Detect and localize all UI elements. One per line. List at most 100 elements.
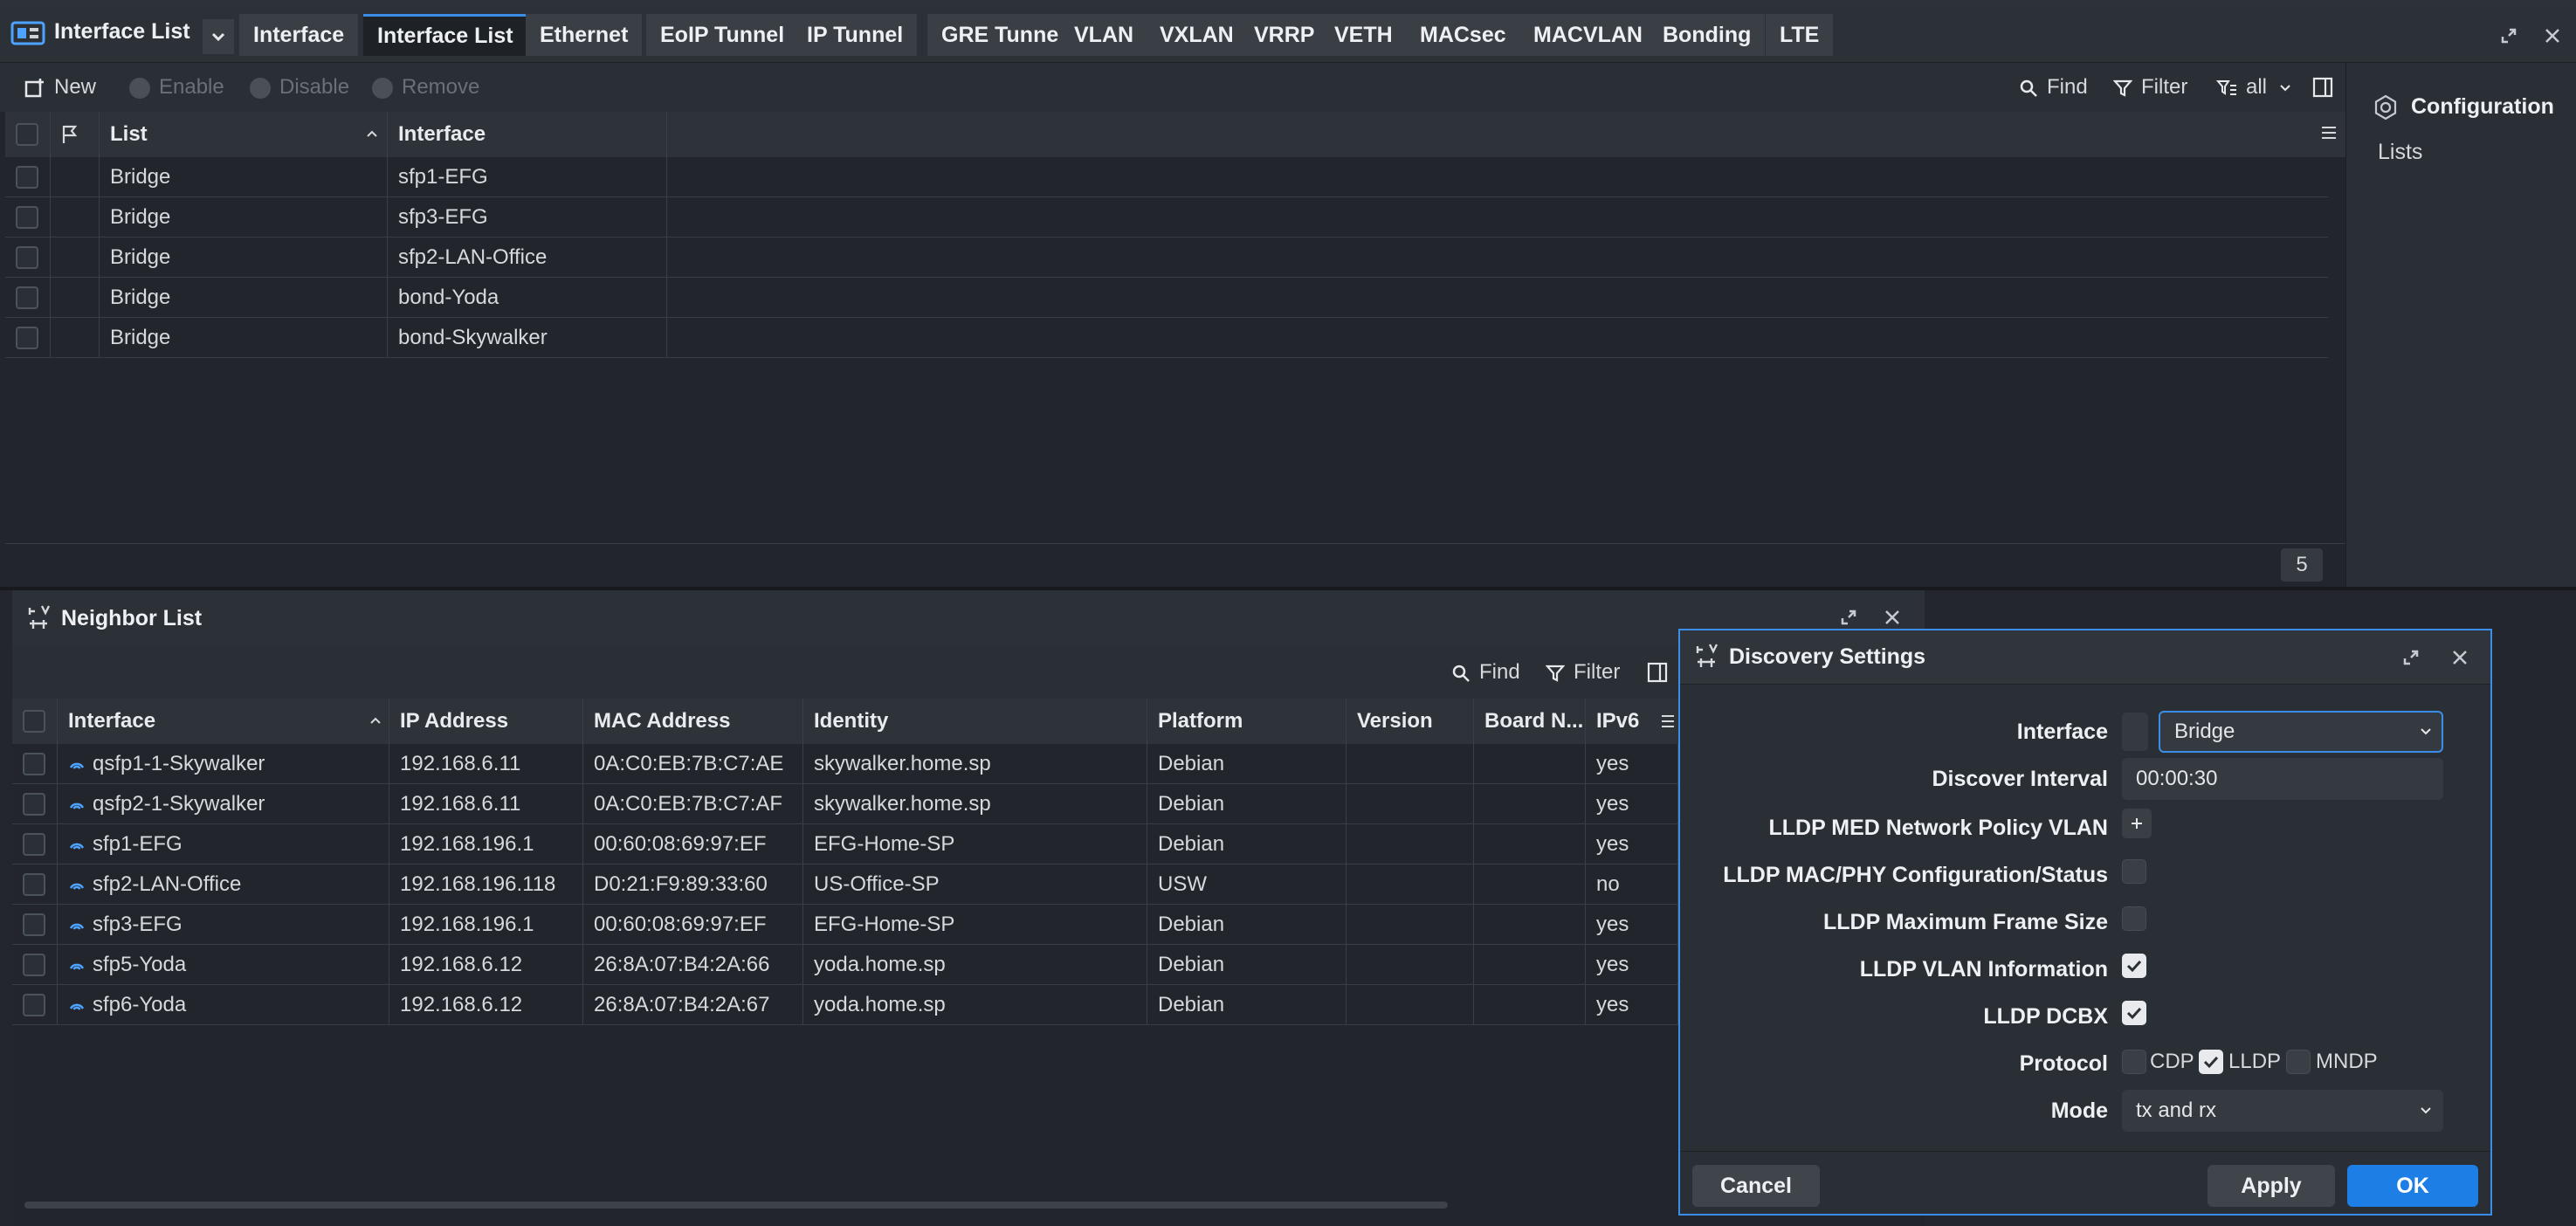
interface-negate-toggle[interactable] bbox=[2122, 713, 2148, 751]
cell-ip: 192.168.196.118 bbox=[389, 864, 583, 904]
table-row[interactable]: sfp3-EFG 192.168.196.1 00:60:08:69:97:EF EF… bbox=[12, 905, 1678, 945]
row-checkbox[interactable] bbox=[5, 157, 51, 196]
neighbor-select-all-checkbox[interactable] bbox=[12, 699, 58, 744]
remove-button[interactable]: Remove bbox=[372, 63, 479, 112]
link-icon bbox=[69, 1003, 85, 1010]
cell-identity: skywalker.home.sp bbox=[803, 784, 1147, 823]
row-checkbox[interactable] bbox=[12, 784, 58, 823]
row-checkbox[interactable] bbox=[5, 238, 51, 277]
table-row[interactable]: Bridge sfp1-EFG bbox=[5, 157, 2328, 197]
tab-interface-list[interactable]: Interface List bbox=[363, 14, 527, 56]
cancel-button[interactable]: Cancel bbox=[1692, 1165, 1820, 1207]
cell-version bbox=[1347, 864, 1474, 904]
row-checkbox[interactable] bbox=[5, 197, 51, 237]
column-header-list[interactable]: List bbox=[100, 112, 388, 157]
column-header-version[interactable]: Version bbox=[1347, 699, 1474, 744]
tab-vrrp[interactable]: VRRP bbox=[1240, 14, 1329, 56]
table-row[interactable]: sfp6-Yoda 192.168.6.12 26:8A:07:B4:2A:67 yo… bbox=[12, 985, 1678, 1025]
interface-list-icon bbox=[10, 19, 45, 47]
maximize-icon[interactable] bbox=[2499, 26, 2518, 45]
column-header-board[interactable]: Board N... bbox=[1474, 699, 1586, 744]
tab-veth[interactable]: VETH bbox=[1320, 14, 1407, 56]
table-row[interactable]: sfp2-LAN-Office 192.168.196.118 D0:21:F9:8… bbox=[12, 864, 1678, 905]
mode-select[interactable]: tx and rx bbox=[2122, 1090, 2443, 1132]
cell-board bbox=[1474, 824, 1586, 864]
table-row[interactable]: Bridge bond-Yoda bbox=[5, 278, 2328, 318]
row-checkbox[interactable] bbox=[12, 905, 58, 944]
row-checkbox[interactable] bbox=[5, 278, 51, 317]
lldp-mac-phy-checkbox[interactable] bbox=[2122, 859, 2146, 884]
row-checkbox[interactable] bbox=[12, 744, 58, 783]
table-row[interactable]: Bridge bond-Skywalker bbox=[5, 318, 2328, 358]
close-icon[interactable] bbox=[2543, 26, 2562, 45]
enable-button[interactable]: Enable bbox=[129, 63, 224, 112]
tab-ethernet[interactable]: Ethernet bbox=[526, 14, 643, 56]
table-row[interactable]: Bridge sfp2-LAN-Office bbox=[5, 238, 2328, 278]
neighbor-close-icon[interactable] bbox=[1883, 608, 1902, 627]
protocol-cdp-checkbox[interactable] bbox=[2122, 1050, 2146, 1074]
view-selector[interactable]: all bbox=[2216, 63, 2290, 112]
tab-vlan[interactable]: VLAN bbox=[1060, 14, 1148, 56]
protocol-lldp-checkbox[interactable] bbox=[2199, 1050, 2223, 1074]
add-vlan-plus-icon[interactable] bbox=[2122, 809, 2152, 838]
cell-mac: D0:21:F9:89:33:60 bbox=[583, 864, 803, 904]
tab-menu-chevron-icon[interactable] bbox=[203, 19, 234, 54]
tab-vxlan[interactable]: VXLAN bbox=[1146, 14, 1248, 56]
column-header-interface[interactable]: Interface bbox=[388, 112, 667, 157]
column-header-platform[interactable]: Platform bbox=[1147, 699, 1347, 744]
table-row[interactable]: qsfp1-1-Skywalker 192.168.6.11 0A:C0:EB:7B… bbox=[12, 744, 1678, 784]
table-row[interactable]: Bridge sfp3-EFG bbox=[5, 197, 2328, 238]
tab-interface[interactable]: Interface bbox=[239, 14, 359, 56]
column-menu-icon[interactable] bbox=[2321, 126, 2337, 140]
neighbor-panel-toggle-icon[interactable] bbox=[1647, 662, 1668, 683]
filter-button[interactable]: Filter bbox=[2113, 63, 2187, 112]
tab-eoip-tunnel[interactable]: EoIP Tunnel bbox=[646, 14, 799, 56]
row-checkbox[interactable] bbox=[5, 318, 51, 357]
protocol-mndp-label: MNDP bbox=[2316, 1050, 2378, 1073]
dialog-maximize-icon[interactable] bbox=[2401, 648, 2421, 667]
lldp-max-frame-checkbox[interactable] bbox=[2122, 906, 2146, 931]
row-checkbox[interactable] bbox=[12, 864, 58, 904]
interface-select[interactable]: Bridge bbox=[2159, 711, 2443, 753]
cell-platform: Debian bbox=[1147, 905, 1347, 944]
table-row[interactable]: qsfp2-1-Skywalker 192.168.6.11 0A:C0:EB:7B… bbox=[12, 784, 1678, 824]
cell-identity: EFG-Home-SP bbox=[803, 824, 1147, 864]
select-all-checkbox[interactable] bbox=[5, 112, 51, 157]
tab-ip-tunnel[interactable]: IP Tunnel bbox=[793, 14, 918, 56]
column-header-mac[interactable]: MAC Address bbox=[583, 699, 803, 744]
cell-ip: 192.168.6.11 bbox=[389, 744, 583, 783]
new-button[interactable]: New bbox=[24, 63, 96, 112]
side-item-lists[interactable]: Lists bbox=[2378, 140, 2422, 165]
tab-gre-tunnel[interactable]: GRE Tunnel bbox=[927, 14, 1079, 56]
column-header-ip[interactable]: IP Address bbox=[389, 699, 583, 744]
column-header-identity[interactable]: Identity bbox=[803, 699, 1147, 744]
row-checkbox[interactable] bbox=[12, 985, 58, 1024]
table-row[interactable]: sfp5-Yoda 192.168.6.12 26:8A:07:B4:2A:66 yo… bbox=[12, 945, 1678, 985]
tab-macsec[interactable]: MACsec bbox=[1406, 14, 1520, 56]
panel-toggle-icon[interactable] bbox=[2312, 77, 2333, 98]
neighbor-find-button[interactable]: Find bbox=[1451, 648, 1520, 697]
lldp-vlan-checkbox[interactable] bbox=[2122, 954, 2146, 978]
protocol-mndp-checkbox[interactable] bbox=[2286, 1050, 2311, 1074]
tab-lte[interactable]: LTE bbox=[1766, 14, 1834, 56]
neighbor-maximize-icon[interactable] bbox=[1839, 608, 1858, 627]
tab-bonding[interactable]: Bonding bbox=[1649, 14, 1766, 56]
row-checkbox[interactable] bbox=[12, 945, 58, 984]
discover-interval-input[interactable]: 00:00:30 bbox=[2122, 758, 2443, 800]
column-header-interface[interactable]: Interface bbox=[58, 699, 389, 744]
apply-button[interactable]: Apply bbox=[2208, 1165, 2335, 1207]
row-checkbox[interactable] bbox=[12, 824, 58, 864]
lldp-dcbx-checkbox[interactable] bbox=[2122, 1001, 2146, 1025]
neighbor-filter-button[interactable]: Filter bbox=[1546, 648, 1620, 697]
disable-button[interactable]: Disable bbox=[250, 63, 349, 112]
find-button[interactable]: Find bbox=[2019, 63, 2088, 112]
dialog-close-icon[interactable] bbox=[2450, 648, 2469, 667]
table-row[interactable]: sfp1-EFG 192.168.196.1 00:60:08:69:97:EF EF… bbox=[12, 824, 1678, 864]
neighbor-column-menu-icon[interactable] bbox=[1661, 714, 1675, 728]
ok-button[interactable]: OK bbox=[2347, 1165, 2478, 1207]
cell-version bbox=[1347, 824, 1474, 864]
horizontal-scrollbar[interactable] bbox=[24, 1202, 1448, 1209]
tab-macvlan[interactable]: MACVLAN bbox=[1519, 14, 1656, 56]
cell-board bbox=[1474, 945, 1586, 984]
discovery-settings-dialog: Discovery Settings Interface Bridge Disc… bbox=[1678, 629, 2492, 1216]
